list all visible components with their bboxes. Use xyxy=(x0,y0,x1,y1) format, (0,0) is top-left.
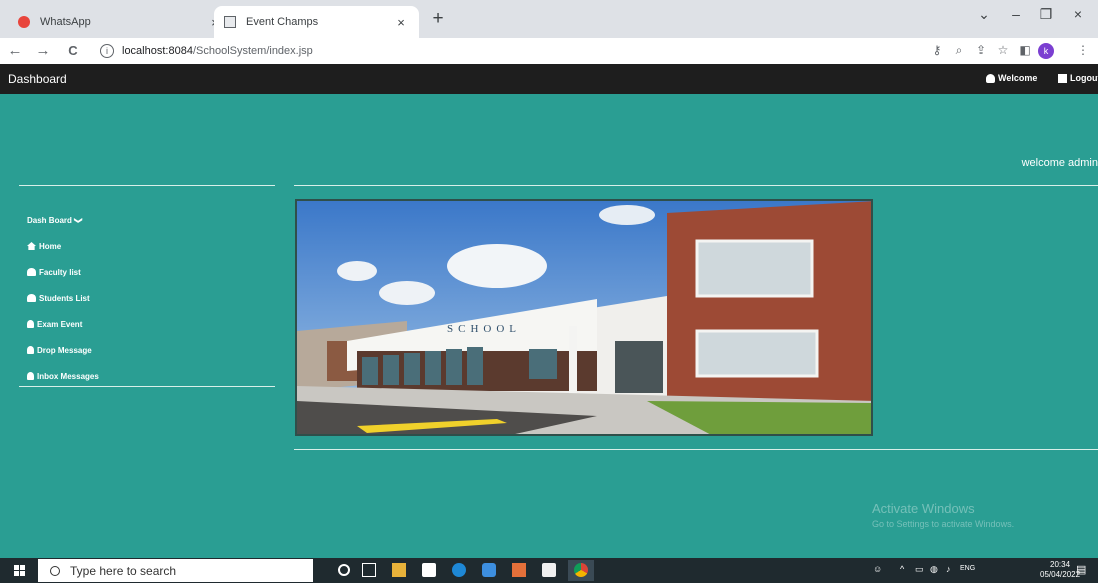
bell-icon xyxy=(27,372,34,380)
new-tab-button[interactable]: + xyxy=(426,8,450,30)
sidebar-item-inbox-messages[interactable]: Inbox Messages xyxy=(27,363,99,389)
tab-title: WhatsApp xyxy=(40,16,91,28)
sidebar-item-home[interactable]: Home xyxy=(27,233,99,259)
clock-date: 05/04/2022 xyxy=(1040,570,1081,579)
xampp-icon[interactable] xyxy=(512,563,526,577)
url-path: /SchoolSystem/index.jsp xyxy=(192,45,313,57)
bell-icon xyxy=(27,346,34,354)
forward-button[interactable]: → xyxy=(32,41,54,61)
sidebar-item-label: Inbox Messages xyxy=(37,371,99,381)
sidebar-item-label: Drop Message xyxy=(37,345,92,355)
sidebar-menu: Dash Board ❯ Home Faculty list Students … xyxy=(27,207,99,389)
file-explorer-icon[interactable] xyxy=(392,563,406,577)
store-icon[interactable] xyxy=(542,563,556,577)
battery-icon[interactable]: ▭ xyxy=(915,564,924,575)
sidebar-item-exam-event[interactable]: Exam Event xyxy=(27,311,99,337)
chevron-down-icon: ❯ xyxy=(73,216,83,224)
content-top-divider xyxy=(294,185,1098,186)
user-icon xyxy=(27,294,36,302)
profile-avatar[interactable]: k xyxy=(1038,43,1054,59)
cortana-icon[interactable] xyxy=(338,564,350,576)
sidebar-menu-title: Dash Board xyxy=(27,215,72,225)
welcome-link[interactable]: Welcome xyxy=(986,73,1037,83)
school-illustration: SCHOOL xyxy=(297,201,871,434)
reload-button[interactable]: C xyxy=(62,41,84,61)
url-host: localhost:8084 xyxy=(122,45,193,57)
sidebar-item-faculty-list[interactable]: Faculty list xyxy=(27,259,99,285)
tab-close-icon[interactable]: × xyxy=(393,15,409,30)
watermark-subtitle: Go to Settings to activate Windows. xyxy=(872,519,1015,529)
taskbar-search-input[interactable]: Type here to search xyxy=(38,559,313,582)
sidebar-item-label: Home xyxy=(39,241,62,251)
tab-whatsapp[interactable]: WhatsApp × xyxy=(8,6,233,38)
user-icon xyxy=(986,73,995,83)
language-indicator[interactable]: ENG xyxy=(960,565,975,572)
taskbar-clock[interactable]: 20:34 05/04/2022 xyxy=(1040,560,1080,580)
tab-event-champs[interactable]: Event Champs × xyxy=(214,6,419,38)
notifications-icon[interactable]: ▤ xyxy=(1076,563,1086,576)
briefcase-icon xyxy=(1058,73,1067,83)
search-icon xyxy=(50,565,60,576)
sidebar-item-drop-message[interactable]: Drop Message xyxy=(27,337,99,363)
taskbar-search-placeholder: Type here to search xyxy=(70,563,177,578)
welcome-message: welcome admin xyxy=(1021,157,1098,169)
browser-menu-icon[interactable]: ⋮ xyxy=(1074,43,1092,57)
welcome-link-label: Welcome xyxy=(998,73,1038,83)
sidebar-item-label: Exam Event xyxy=(37,319,83,329)
bell-icon xyxy=(27,320,34,328)
zoom-icon[interactable]: ⌕ xyxy=(950,43,968,58)
tab-title: Event Champs xyxy=(246,16,319,28)
key-icon[interactable]: ⚷ xyxy=(928,43,946,57)
sidebar-item-label: Faculty list xyxy=(39,267,81,277)
site-info-icon[interactable]: i xyxy=(100,44,114,58)
address-bar[interactable]: i localhost:8084 /SchoolSystem/index.jsp xyxy=(100,40,920,62)
content-bottom-divider xyxy=(294,449,1098,450)
sidebar-dashboard-toggle[interactable]: Dash Board ❯ xyxy=(27,207,99,233)
network-icon[interactable]: ◍ xyxy=(930,564,938,575)
logout-link-label: Logout xyxy=(1070,73,1098,83)
back-button[interactable]: ← xyxy=(4,41,26,61)
edge-icon[interactable] xyxy=(452,563,466,577)
school-building-image: SCHOOL xyxy=(295,199,873,436)
people-icon[interactable]: ☺ xyxy=(873,564,882,574)
windows-start-icon[interactable] xyxy=(14,565,25,576)
browser-tab-strip: WhatsApp × Event Champs × + ⌄ – ❐ × xyxy=(0,0,1098,38)
brand-title[interactable]: Dashboard xyxy=(8,72,67,86)
show-hidden-icons-icon[interactable]: ^ xyxy=(900,564,904,574)
volume-icon[interactable]: ♪ xyxy=(946,564,951,574)
page-favicon-icon xyxy=(224,16,236,28)
school-sign-text: SCHOOL xyxy=(447,323,521,335)
clock-time: 20:34 xyxy=(1050,560,1071,569)
bookmark-star-icon[interactable]: ☆ xyxy=(994,43,1012,57)
share-icon[interactable]: ⇪ xyxy=(972,43,990,57)
sidebar-item-students-list[interactable]: Students List xyxy=(27,285,99,311)
watermark-title: Activate Windows xyxy=(872,501,975,516)
user-icon xyxy=(27,268,36,276)
app-icon[interactable] xyxy=(482,563,496,577)
home-icon xyxy=(27,242,36,250)
logout-link[interactable]: Logout xyxy=(1058,73,1098,83)
chrome-icon xyxy=(574,563,588,577)
windows-activation-watermark: Activate Windows Go to Settings to activ… xyxy=(872,501,1014,529)
side-panel-icon[interactable]: ◧ xyxy=(1016,43,1034,57)
sidebar-item-label: Students List xyxy=(39,293,90,303)
whatsapp-favicon-icon xyxy=(18,16,30,28)
sidebar-top-divider xyxy=(19,185,275,186)
chrome-taskbar-button[interactable] xyxy=(568,560,594,581)
browser-toolbar: ← → C i localhost:8084 /SchoolSystem/ind… xyxy=(0,38,1098,64)
app-header: Dashboard Welcome Logout xyxy=(0,64,1098,94)
task-view-icon[interactable] xyxy=(362,563,376,577)
mail-icon[interactable] xyxy=(422,563,436,577)
windows-taskbar: Type here to search ☺ ^ ▭ ◍ ♪ ENG 20:34 … xyxy=(0,558,1098,583)
close-window-button[interactable]: × xyxy=(1058,6,1098,22)
